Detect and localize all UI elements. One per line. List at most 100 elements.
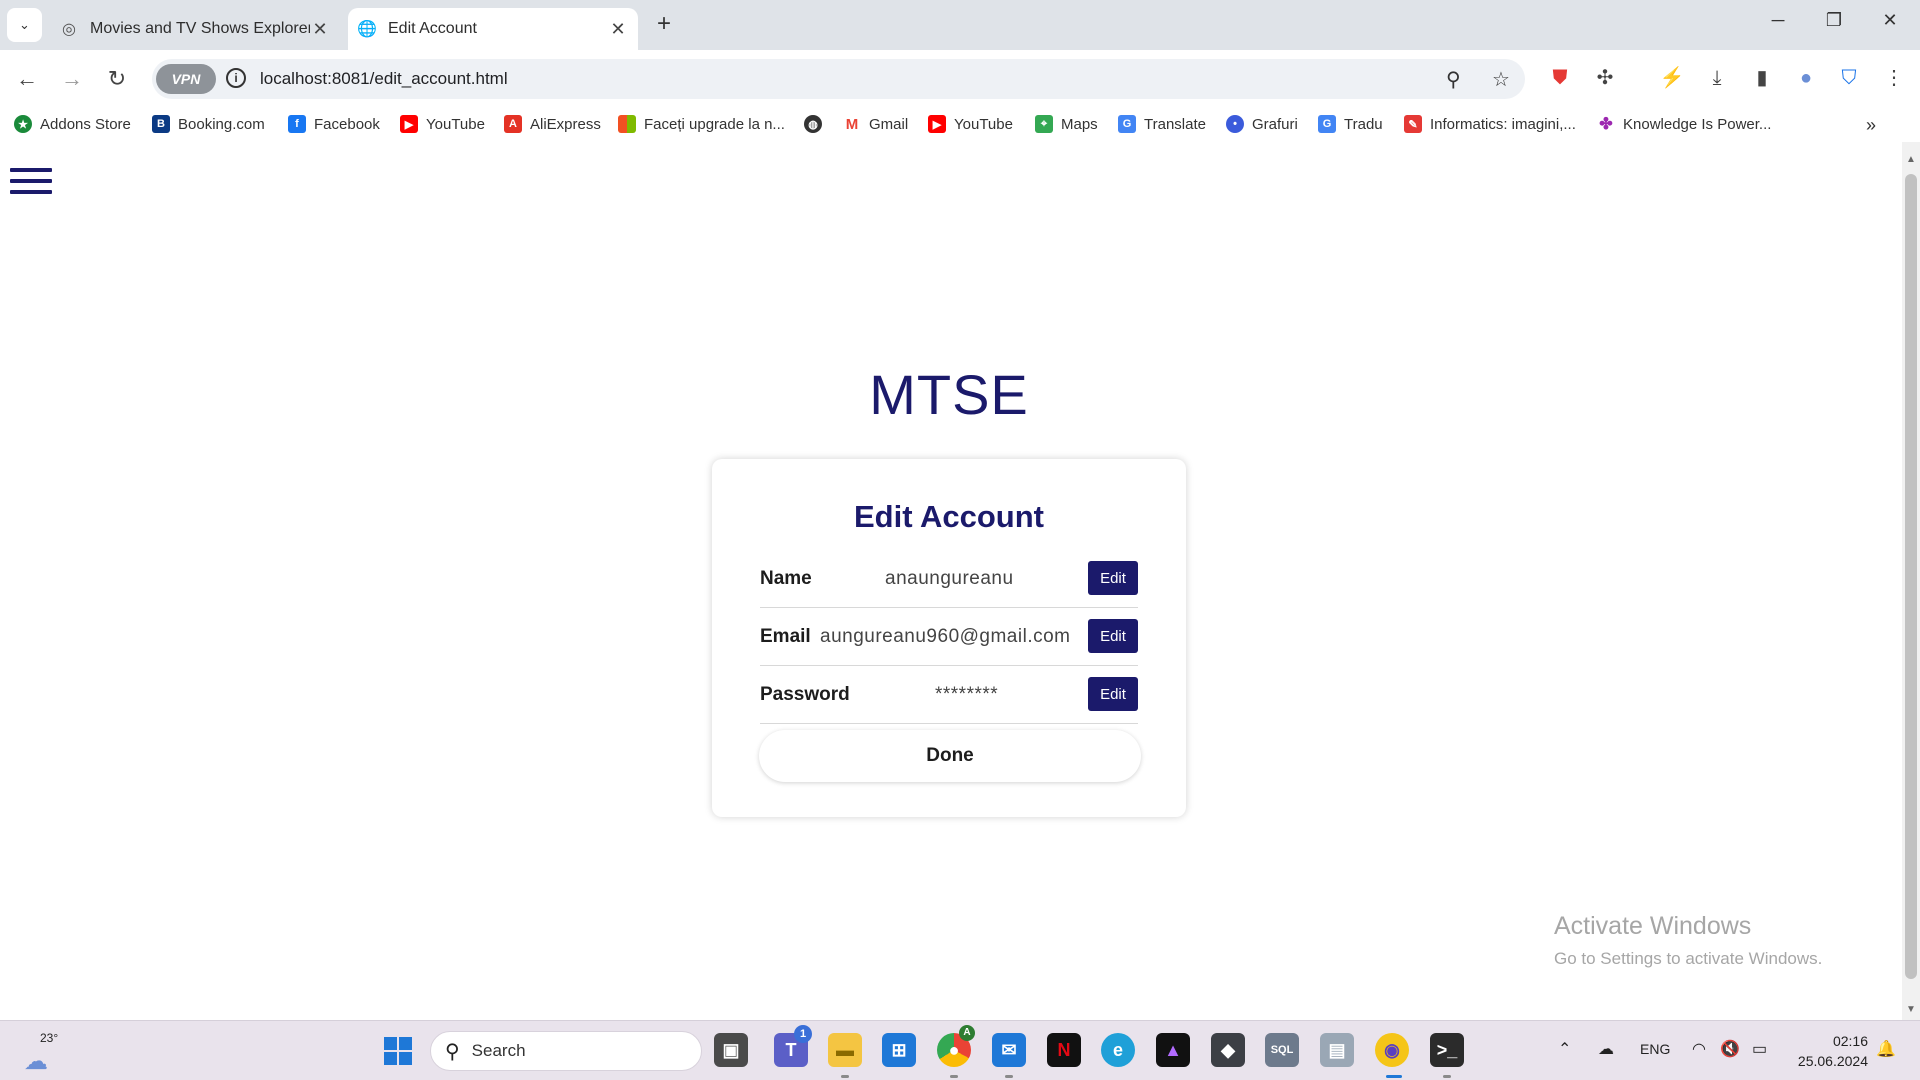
wifi-icon[interactable]: ◠: [1692, 1039, 1706, 1059]
email-value: aungureanu960@gmail.com: [820, 626, 1071, 647]
edit-account-card: Edit Account Name anaungureanu Edit Emai…: [712, 459, 1186, 817]
running-indicator: [841, 1075, 849, 1078]
download-icon[interactable]: ⤓: [1704, 65, 1730, 91]
bookmark-informatics[interactable]: ✎ Informatics: imagini,...: [1404, 115, 1576, 133]
more-bookmarks-chevron-icon[interactable]: »: [1866, 115, 1876, 136]
system-clock[interactable]: 02:16 25.06.2024: [1790, 1031, 1868, 1071]
scroll-down-arrow-icon[interactable]: ▼: [1906, 1004, 1916, 1015]
vpn-badge[interactable]: VPN: [156, 64, 216, 94]
side-panel-icon[interactable]: ▮: [1749, 65, 1775, 91]
unity-icon[interactable]: ◆: [1211, 1033, 1245, 1067]
onedrive-icon[interactable]: ☁: [1598, 1039, 1614, 1059]
password-manager-shield-icon[interactable]: ⛉: [1836, 65, 1862, 91]
tab-search-button[interactable]: ⌄: [7, 8, 42, 42]
bookmark-maps[interactable]: ⌖ Maps: [1035, 115, 1098, 133]
scroll-up-arrow-icon[interactable]: ▲: [1906, 154, 1916, 165]
bookmark-microsoft-upgrade[interactable]: Faceți upgrade la n...: [618, 115, 785, 133]
microsoft-icon: [618, 115, 636, 133]
active-indicator: [1386, 1075, 1402, 1078]
task-view-icon[interactable]: ▣: [714, 1033, 748, 1067]
teams-icon[interactable]: T 1: [774, 1025, 812, 1067]
sql-icon[interactable]: SQL: [1265, 1033, 1299, 1067]
close-window-icon[interactable]: ✕: [1870, 10, 1910, 31]
zoom-icon[interactable]: ⚲: [1446, 67, 1461, 92]
bookmark-booking[interactable]: B Booking.com: [152, 115, 265, 133]
edit-name-button[interactable]: Edit: [1088, 561, 1138, 595]
microsoft-store-icon[interactable]: ⊞: [882, 1033, 916, 1067]
youtube-icon: ▶: [928, 115, 946, 133]
bookmark-tradu[interactable]: G Tradu: [1318, 115, 1383, 133]
chrome-icon[interactable]: ● A: [937, 1025, 975, 1067]
restore-icon[interactable]: ❐: [1814, 10, 1854, 31]
file-explorer-icon[interactable]: ▬: [828, 1033, 862, 1067]
globe-icon: ◍: [804, 115, 822, 133]
bookmark-translate[interactable]: G Translate: [1118, 115, 1206, 133]
bookmark-aliexpress[interactable]: A AliExpress: [504, 115, 601, 133]
extensions-puzzle-icon[interactable]: ✣: [1592, 65, 1618, 91]
show-hidden-icons-chevron-icon[interactable]: ⌃: [1558, 1039, 1571, 1059]
bookmark-gmail[interactable]: M Gmail: [843, 115, 908, 133]
performance-icon[interactable]: ⚡: [1659, 65, 1685, 91]
tab-title: Movies and TV Shows Explorer: [90, 20, 310, 37]
edit-password-button[interactable]: Edit: [1088, 677, 1138, 711]
netflix-icon[interactable]: N: [1047, 1033, 1081, 1067]
hamburger-menu-icon[interactable]: [10, 168, 52, 200]
close-icon[interactable]: ✕: [310, 19, 330, 40]
bookmark-addons-store[interactable]: ★ Addons Store: [14, 115, 131, 133]
terminal-icon[interactable]: >_: [1430, 1033, 1464, 1067]
language-indicator[interactable]: ENG: [1640, 1041, 1670, 1057]
affinity-icon[interactable]: ▲: [1156, 1033, 1190, 1067]
browser-menu-icon[interactable]: ⋮: [1881, 65, 1907, 91]
address-bar[interactable]: VPN i localhost:8081/edit_account.html ⚲…: [152, 59, 1525, 99]
close-icon[interactable]: ✕: [608, 19, 628, 40]
bookmark-star-icon[interactable]: ☆: [1492, 67, 1510, 92]
battery-icon[interactable]: ▭: [1752, 1039, 1767, 1059]
bookmark-label: Translate: [1144, 115, 1206, 133]
bookmarks-bar: ★ Addons Store B Booking.com f Facebook …: [0, 108, 1920, 142]
bookmark-label: Addons Store: [40, 115, 131, 133]
tab-edit-account[interactable]: 🌐 Edit Account ✕: [348, 8, 638, 50]
password-label: Password: [760, 684, 850, 705]
volume-muted-icon[interactable]: 🔇: [1720, 1039, 1740, 1059]
forward-icon[interactable]: →: [57, 64, 87, 94]
bookmark-globe[interactable]: ◍: [804, 115, 830, 133]
notification-bell-icon[interactable]: 🔔: [1876, 1039, 1896, 1059]
bookmark-grafuri[interactable]: • Grafuri: [1226, 115, 1298, 133]
shield-extension-icon[interactable]: ⛊: [1547, 65, 1573, 91]
bookmark-youtube[interactable]: ▶ YouTube: [400, 115, 485, 133]
file-sync-icon[interactable]: ▤: [1320, 1033, 1354, 1067]
edge-icon[interactable]: e: [1101, 1033, 1135, 1067]
aliexpress-icon: A: [504, 115, 522, 133]
running-indicator: [950, 1075, 958, 1078]
active-app-icon[interactable]: ◉: [1375, 1033, 1409, 1067]
scroll-thumb[interactable]: [1905, 174, 1917, 979]
running-indicator: [1005, 1075, 1013, 1078]
done-button[interactable]: Done: [759, 730, 1141, 782]
address-text[interactable]: localhost:8081/edit_account.html: [260, 69, 508, 89]
cloud-icon: ☁: [24, 1048, 48, 1075]
reload-icon[interactable]: ↻: [102, 64, 132, 94]
tab-movies-explorer[interactable]: ◎ Movies and TV Shows Explorer ✕: [50, 8, 340, 50]
bookmark-youtube-2[interactable]: ▶ YouTube: [928, 115, 1013, 133]
edit-email-button[interactable]: Edit: [1088, 619, 1138, 653]
weather-widget[interactable]: 23° ☁: [22, 1031, 62, 1075]
search-label: Search: [471, 1041, 526, 1060]
name-row: Name anaungureanu Edit: [760, 550, 1138, 608]
addons-store-icon: ★: [14, 115, 32, 133]
bookmark-facebook[interactable]: f Facebook: [288, 115, 380, 133]
back-icon[interactable]: ←: [12, 64, 42, 94]
bookmark-label: Maps: [1061, 115, 1098, 133]
minimize-icon[interactable]: ─: [1758, 10, 1798, 31]
bookmark-knowledge[interactable]: ✤ Knowledge Is Power...: [1597, 115, 1771, 133]
mail-icon[interactable]: ✉: [992, 1033, 1026, 1067]
teams-badge: 1: [794, 1025, 812, 1043]
taskbar-search-box[interactable]: ⚲ Search: [430, 1031, 702, 1071]
facebook-icon: f: [288, 115, 306, 133]
new-tab-button[interactable]: +: [650, 10, 678, 38]
windows-start-icon[interactable]: [384, 1037, 412, 1065]
site-info-icon[interactable]: i: [226, 68, 246, 88]
name-label: Name: [760, 568, 812, 589]
page-scrollbar[interactable]: ▲ ▼: [1902, 142, 1920, 1020]
profile-avatar-icon[interactable]: ●: [1793, 65, 1819, 91]
translate-icon: G: [1118, 115, 1136, 133]
